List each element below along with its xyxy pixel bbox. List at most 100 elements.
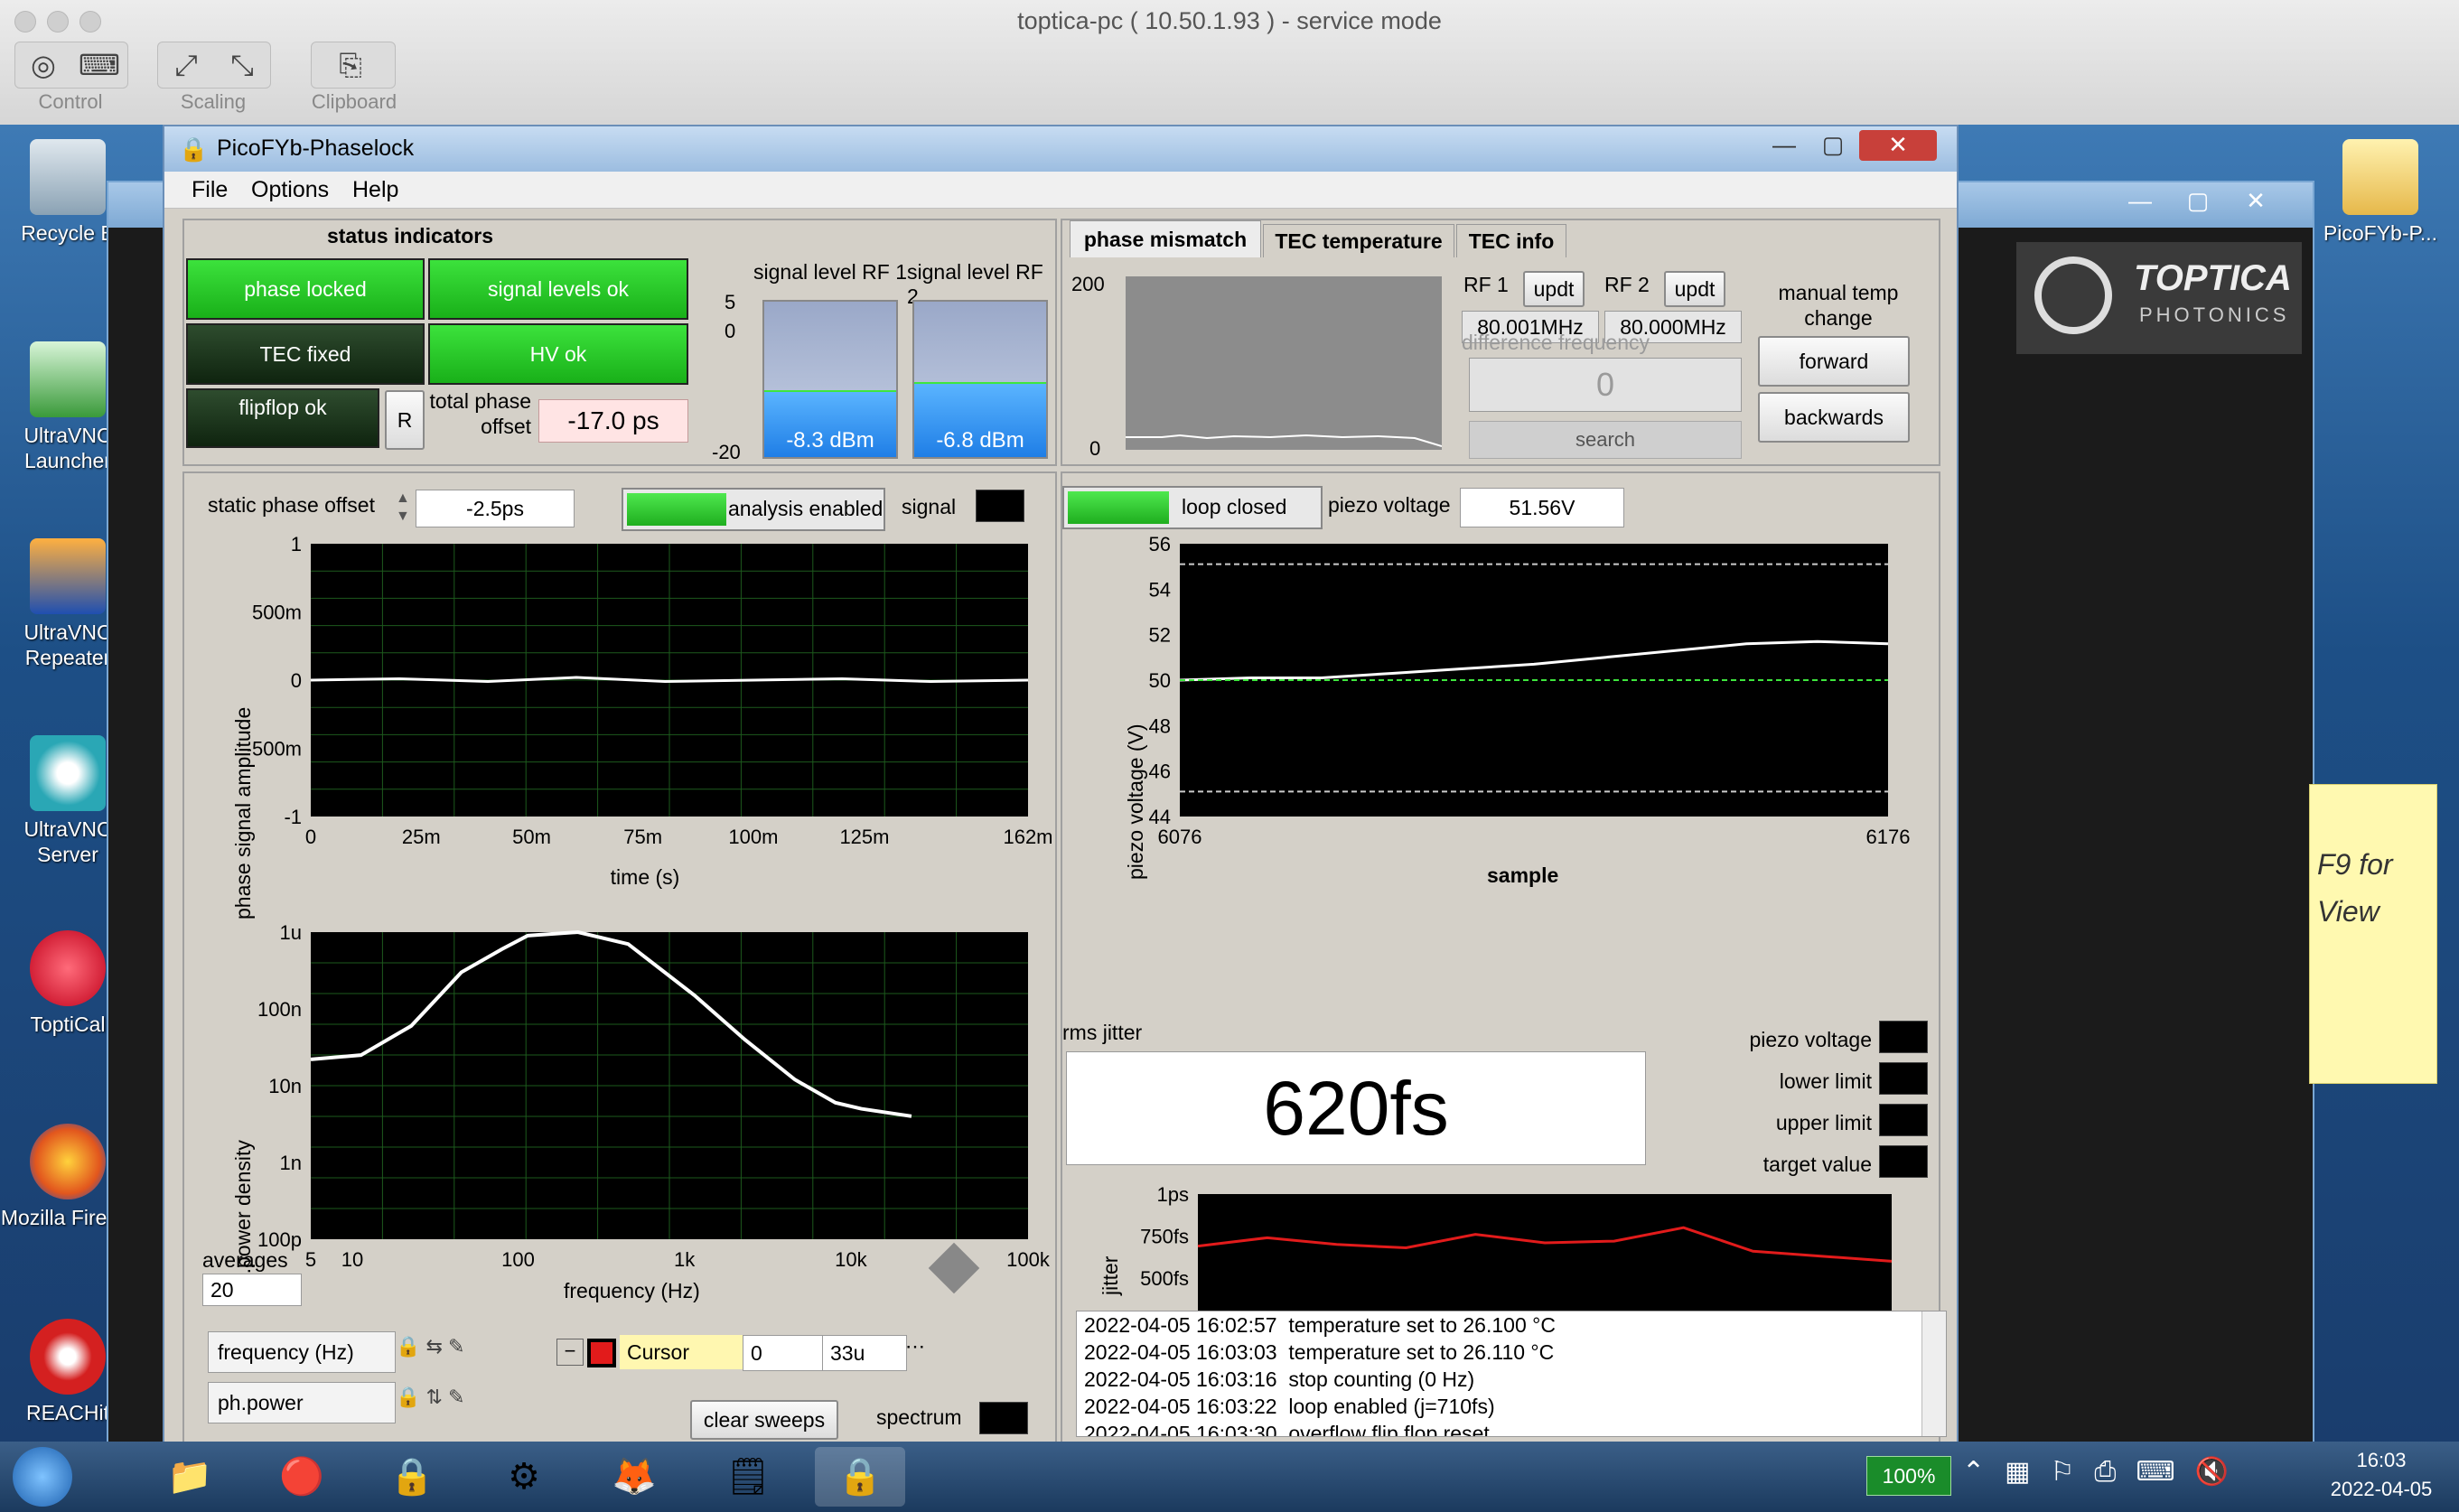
lock-icon: 🔒 bbox=[179, 135, 209, 163]
explorer-task-icon[interactable]: 📁 bbox=[145, 1447, 235, 1507]
toptical-icon bbox=[30, 930, 106, 1006]
event-log[interactable]: 2022-04-05 16:02:57 temperature set to 2… bbox=[1076, 1311, 1947, 1437]
cursor-name[interactable]: Cursor bbox=[620, 1335, 744, 1369]
log-line: 2022-04-05 16:03:22 loop enabled (j=710f… bbox=[1084, 1395, 1495, 1418]
rf2-update-button[interactable]: updt bbox=[1664, 271, 1725, 307]
logo-text-line1: TOPTICA bbox=[2134, 258, 2292, 298]
status-indicators-header: status indicators bbox=[326, 224, 494, 247]
signal-level-rf1-label: signal level RF 1 bbox=[753, 260, 908, 284]
task-manager-task-icon[interactable]: ⚙ bbox=[479, 1447, 569, 1507]
y-tick-label: 500m bbox=[252, 602, 302, 624]
log-line: 2022-04-05 16:02:57 temperature set to 2… bbox=[1084, 1313, 1556, 1337]
mismatch-tick: 200 bbox=[1071, 273, 1105, 295]
tab-tec-temperature[interactable]: TEC temperature bbox=[1263, 224, 1454, 257]
notes-task-icon[interactable]: 🗒 bbox=[703, 1447, 793, 1507]
toolbar-label-clipboard: Clipboard bbox=[311, 90, 397, 113]
firefox-task-icon[interactable]: 🦊 bbox=[589, 1447, 679, 1507]
folder-icon bbox=[2342, 139, 2418, 215]
collapse-icon[interactable]: − bbox=[556, 1339, 584, 1366]
app-window: 🔒 PicoFYb-Phaselock — ▢ ✕ File Options H… bbox=[163, 125, 1959, 1447]
backwards-button[interactable]: backwards bbox=[1758, 392, 1910, 443]
y-tick-label: 750fs bbox=[1140, 1226, 1189, 1248]
phaselock-task-icon[interactable]: 🔒 bbox=[815, 1447, 905, 1507]
desktop-icon-picofyb[interactable]: PicoFYb-P... bbox=[2313, 139, 2448, 246]
static-phase-offset-input[interactable]: -2.5ps bbox=[416, 490, 575, 527]
x-tick-label: 0 bbox=[305, 826, 316, 844]
ultravnc-repeater-icon bbox=[30, 538, 106, 614]
toolbar-label-scaling: Scaling bbox=[180, 90, 247, 113]
hv-ok-led: HV ok bbox=[428, 323, 688, 385]
mouse-control-icon[interactable]: ◎ bbox=[15, 42, 71, 88]
toptical-task-icon[interactable]: 🔴 bbox=[257, 1447, 347, 1507]
averages-input[interactable]: 20 bbox=[202, 1274, 302, 1306]
tab-tec-info[interactable]: TEC info bbox=[1456, 224, 1566, 257]
forward-button[interactable]: forward bbox=[1758, 336, 1910, 387]
minimize-icon[interactable]: — bbox=[1756, 130, 1812, 161]
x-tick-label: 162m bbox=[1003, 826, 1052, 844]
legend-piezo-voltage-swatch[interactable] bbox=[1879, 1021, 1928, 1053]
maximize-icon[interactable]: ▢ bbox=[2170, 186, 2226, 217]
flipflop-reset-button[interactable]: R bbox=[385, 390, 425, 450]
legend-upper-limit-swatch[interactable] bbox=[1879, 1104, 1928, 1136]
app-title: PicoFYb-Phaselock bbox=[217, 135, 415, 161]
scale-up-icon[interactable]: ⤢ bbox=[158, 42, 214, 88]
y-tick-label: 56 bbox=[1149, 537, 1171, 555]
spinner-icon[interactable]: ▲ ▼ bbox=[396, 490, 414, 526]
minimize-icon[interactable]: — bbox=[2112, 186, 2168, 217]
control-toolbar-group: ◎ ⌨ bbox=[14, 42, 128, 89]
cursor-options-icon[interactable]: ⋯ bbox=[905, 1335, 938, 1369]
search-button[interactable]: search bbox=[1469, 421, 1742, 459]
spectrum-legend-swatch[interactable] bbox=[979, 1402, 1028, 1434]
clipboard-icon[interactable]: ⎘ bbox=[323, 42, 379, 88]
y-axis-scale-label: ph.power bbox=[208, 1382, 396, 1423]
rf1-update-button[interactable]: updt bbox=[1523, 271, 1585, 307]
system-tray-icons[interactable]: ⌃▦⚐⎙⌨🔇 bbox=[1962, 1456, 2305, 1494]
viewer-window-title: toptica-pc ( 10.50.1.93 ) - service mode bbox=[1017, 7, 1442, 34]
analysis-enabled-toggle[interactable]: analysis enabled bbox=[622, 488, 885, 531]
menu-options[interactable]: Options bbox=[251, 177, 329, 203]
recycle-bin-icon bbox=[30, 139, 106, 215]
rf1-label: RF 1 bbox=[1463, 273, 1509, 296]
menu-file[interactable]: File bbox=[192, 177, 228, 203]
log-scrollbar[interactable] bbox=[1921, 1311, 1946, 1436]
manual-temp-change-label: manual temp change bbox=[1778, 281, 1899, 330]
viewer-titlebar: toptica-pc ( 10.50.1.93 ) - service mode… bbox=[0, 0, 2459, 126]
mismatch-tick: 0 bbox=[1089, 437, 1101, 460]
cursor-marker-icon bbox=[591, 1342, 612, 1364]
x-tick-label: 1k bbox=[674, 1248, 696, 1271]
cursor-x-value: 0 bbox=[743, 1335, 827, 1371]
y-tick-label: 1u bbox=[280, 925, 302, 944]
y-tick-label: -1 bbox=[284, 806, 302, 828]
close-icon[interactable]: ✕ bbox=[2228, 186, 2284, 217]
keyboard-control-icon[interactable]: ⌨ bbox=[71, 42, 127, 88]
analysis-panel: static phase offset ▲ ▼ -2.5ps analysis e… bbox=[182, 471, 1057, 1447]
menu-help[interactable]: Help bbox=[352, 177, 398, 203]
cursor-swatch-icon bbox=[587, 1339, 616, 1367]
scale-down-icon[interactable]: ⤡ bbox=[214, 42, 270, 88]
tab-phase-mismatch[interactable]: phase mismatch bbox=[1070, 220, 1261, 257]
clear-sweeps-button[interactable]: clear sweeps bbox=[690, 1400, 838, 1440]
loop-closed-toggle[interactable]: loop closed bbox=[1062, 486, 1323, 529]
sticky-note[interactable]: F9 for View bbox=[2309, 784, 2437, 1084]
lock-task-icon[interactable]: 🔒 bbox=[367, 1447, 457, 1507]
signal-scale-tick: -20 bbox=[712, 441, 741, 463]
legend-upper-limit-label: upper limit bbox=[1775, 1111, 1872, 1134]
legend-lower-limit-swatch[interactable] bbox=[1879, 1062, 1928, 1095]
y-tick-label: 52 bbox=[1149, 624, 1171, 647]
y-axis-lock-icon[interactable]: 🔒 ⇅ ✎ bbox=[396, 1386, 495, 1418]
y-tick-label: 1 bbox=[291, 537, 302, 555]
signal-scale-tick: 0 bbox=[725, 320, 736, 342]
x-tick-label: 100m bbox=[728, 826, 778, 844]
rms-jitter-label: rms jitter bbox=[1062, 1021, 1143, 1044]
start-button-icon[interactable] bbox=[13, 1447, 72, 1507]
y-tick-label: 100n bbox=[257, 998, 302, 1021]
analysis-enabled-label: analysis enabled bbox=[728, 497, 884, 520]
status-indicators-panel: status indicators phase locked signal le… bbox=[182, 219, 1057, 466]
battery-indicator[interactable]: 100% bbox=[1866, 1456, 1951, 1496]
x-axis-lock-icon[interactable]: 🔒 ⇆ ✎ bbox=[396, 1335, 495, 1367]
close-icon[interactable]: ✕ bbox=[1859, 130, 1937, 161]
maximize-icon[interactable]: ▢ bbox=[1805, 130, 1861, 161]
signal-legend-swatch[interactable] bbox=[976, 490, 1024, 522]
legend-target-value-swatch[interactable] bbox=[1879, 1145, 1928, 1178]
legend-lower-limit-label: lower limit bbox=[1779, 1069, 1872, 1093]
